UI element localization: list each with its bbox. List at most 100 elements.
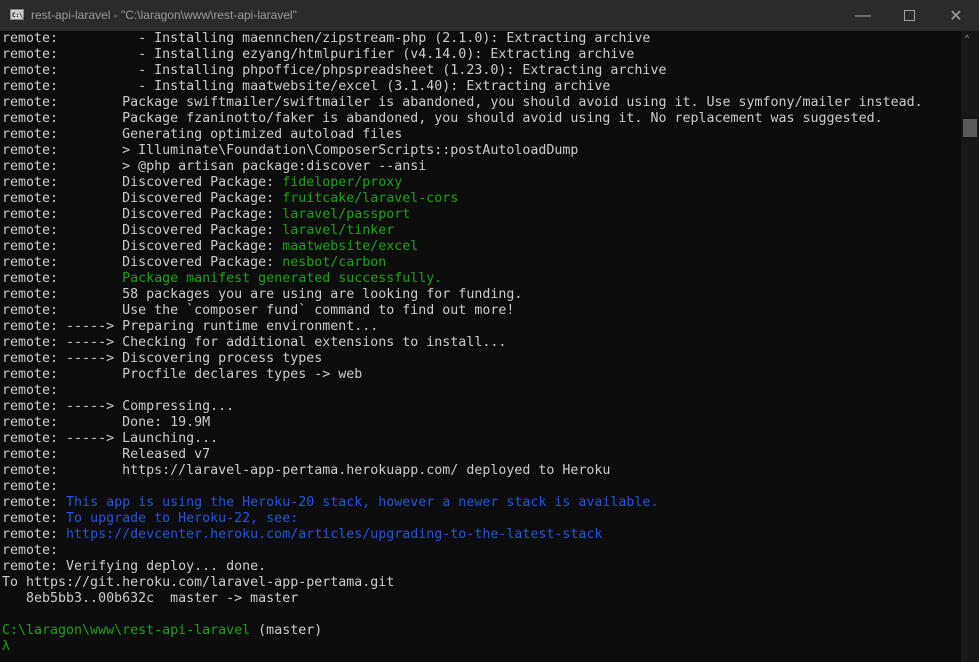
terminal-text: remote: (2, 543, 59, 558)
terminal-text: This app is using the Heroku-20 stack, h… (66, 495, 659, 510)
terminal-text: remote: Discovered Package: (2, 223, 283, 238)
terminal-text: remote: -----> Compressing... (2, 399, 235, 414)
terminal-text: nesbot/carbon (282, 255, 387, 270)
terminal-text: To https://git.heroku.com/laravel-app-pe… (2, 575, 395, 590)
terminal-text: https://devcenter.heroku.com/articles/up… (66, 527, 603, 542)
terminal-text: fruitcake/laravel-cors (282, 191, 459, 206)
scroll-up-icon[interactable]: ⌃ (964, 34, 970, 45)
terminal-text: C:\laragon\www\rest-api-laravel (2, 623, 251, 638)
terminal-line: remote: -----> Checking for additional e… (2, 335, 960, 351)
terminal-line: remote: -----> Compressing... (2, 399, 960, 415)
terminal-text: remote: - Installing ezyang/htmlpurifier… (2, 47, 635, 62)
terminal-line: remote: This app is using the Heroku-20 … (2, 495, 960, 511)
terminal-line: remote: Discovered Package: laravel/pass… (2, 207, 960, 223)
close-icon: ✕ (949, 7, 963, 25)
terminal-line: remote: -----> Preparing runtime environ… (2, 319, 960, 335)
terminal-text: remote: (2, 479, 59, 494)
terminal-line: remote: Discovered Package: laravel/tink… (2, 223, 960, 239)
terminal-text: remote: Use the `composer fund` command … (2, 303, 515, 318)
terminal-line: remote: (2, 383, 960, 399)
terminal-text: remote: -----> Launching... (2, 431, 219, 446)
terminal-text: remote: (2, 511, 67, 526)
terminal-line: remote: Generating optimized autoload fi… (2, 127, 960, 143)
terminal-text: remote: https://laravel-app-pertama.hero… (2, 463, 611, 478)
terminal-line: remote: (2, 479, 960, 495)
terminal-text: remote: Discovered Package: (2, 239, 283, 254)
terminal-line: remote: Done: 19.9M (2, 415, 960, 431)
terminal-line: remote: -----> Discovering process types (2, 351, 960, 367)
terminal-text: λ (2, 639, 11, 654)
terminal-line: remote: - Installing maatwebsite/excel (… (2, 79, 960, 95)
scrollbar-thumb[interactable] (963, 119, 977, 137)
terminal-line: remote: To upgrade to Heroku-22, see: (2, 511, 960, 527)
terminal-text: 8eb5bb3..00b632c master -> master (2, 591, 299, 606)
terminal-text: remote: (2, 495, 67, 510)
terminal-line: 8eb5bb3..00b632c master -> master (2, 591, 960, 607)
terminal-text: remote: Done: 19.9M (2, 415, 211, 430)
terminal-line: remote: Package fzaninotto/faker is aban… (2, 111, 960, 127)
terminal-line: remote: > @php artisan package:discover … (2, 159, 960, 175)
terminal-text: remote: Generating optimized autoload fi… (2, 127, 403, 142)
terminal-line: remote: -----> Launching... (2, 431, 960, 447)
terminal-line: remote: Discovered Package: maatwebsite/… (2, 239, 960, 255)
terminal-line: remote: - Installing maennchen/zipstream… (2, 31, 960, 47)
terminal-line: remote: Discovered Package: nesbot/carbo… (2, 255, 960, 271)
terminal-text: (master) (250, 623, 323, 638)
terminal-text: remote: (2, 527, 67, 542)
terminal-line: remote: > Illuminate\Foundation\Composer… (2, 143, 960, 159)
close-button[interactable]: ✕ (933, 0, 979, 31)
terminal-text: fideloper/proxy (282, 175, 403, 190)
terminal-line: λ (2, 639, 960, 655)
terminal-text: remote: Discovered Package: (2, 175, 283, 190)
terminal-text: remote: Procfile declares types -> web (2, 367, 363, 382)
terminal-text: remote: Discovered Package: (2, 191, 283, 206)
terminal-text: maatwebsite/excel (282, 239, 419, 254)
terminal-line: remote: Package swiftmailer/swiftmailer … (2, 95, 960, 111)
terminal-text: laravel/tinker (282, 223, 395, 238)
terminal-line: remote: Package manifest generated succe… (2, 271, 960, 287)
terminal-line: remote: - Installing phpoffice/phpspread… (2, 63, 960, 79)
terminal-line: remote: 58 packages you are using are lo… (2, 287, 960, 303)
terminal-text: remote: Package fzaninotto/faker is aban… (2, 111, 883, 126)
terminal-text: remote: > @php artisan package:discover … (2, 159, 427, 174)
terminal-text: remote: - Installing maatwebsite/excel (… (2, 79, 611, 94)
minimize-icon: — (855, 6, 871, 24)
terminal-line: remote: (2, 543, 960, 559)
scrollbar[interactable]: ⌃ (961, 31, 979, 662)
terminal-line: To https://git.heroku.com/laravel-app-pe… (2, 575, 960, 591)
terminal-text: remote: -----> Discovering process types (2, 351, 323, 366)
terminal-text: remote: -----> Preparing runtime environ… (2, 319, 379, 334)
terminal-text: remote: Released v7 (2, 447, 211, 462)
cmd-icon: C:\_ (10, 9, 26, 20)
terminal-text: remote: -----> Checking for additional e… (2, 335, 507, 350)
terminal-output[interactable]: remote: - Installing maennchen/zipstream… (2, 31, 960, 662)
terminal-line: remote: - Installing ezyang/htmlpurifier… (2, 47, 960, 63)
maximize-button[interactable] (886, 0, 932, 31)
terminal-line: remote: Discovered Package: fruitcake/la… (2, 191, 960, 207)
terminal-text: remote: - Installing phpoffice/phpspread… (2, 63, 667, 78)
terminal-line: remote: Use the `composer fund` command … (2, 303, 960, 319)
terminal-line: remote: Released v7 (2, 447, 960, 463)
terminal-text: remote: Verifying deploy... done. (2, 559, 267, 574)
terminal-text: remote: (2, 271, 123, 286)
terminal-text: remote: > Illuminate\Foundation\Composer… (2, 143, 579, 158)
terminal-line: remote: https://laravel-app-pertama.hero… (2, 463, 960, 479)
terminal-line: C:\laragon\www\rest-api-laravel (master) (2, 623, 960, 639)
maximize-icon (903, 10, 915, 21)
terminal-text: remote: (2, 383, 59, 398)
terminal-text: remote: Discovered Package: (2, 207, 283, 222)
window-title: rest-api-laravel - "C:\laragon\www\rest-… (31, 8, 297, 22)
title-bar: C:\_ rest-api-laravel - "C:\laragon\www\… (0, 0, 979, 31)
terminal-text: remote: - Installing maennchen/zipstream… (2, 31, 651, 46)
terminal-text: remote: Discovered Package: (2, 255, 283, 270)
terminal-line: remote: Discovered Package: fideloper/pr… (2, 175, 960, 191)
terminal-text: Package manifest generated successfully. (122, 271, 443, 286)
terminal-text: remote: Package swiftmailer/swiftmailer … (2, 95, 923, 110)
terminal-text: remote: 58 packages you are using are lo… (2, 287, 523, 302)
terminal-line: remote: Procfile declares types -> web (2, 367, 960, 383)
terminal-line: remote: https://devcenter.heroku.com/art… (2, 527, 960, 543)
minimize-button[interactable]: — (840, 0, 886, 31)
terminal-text: laravel/passport (282, 207, 411, 222)
terminal-line: remote: Verifying deploy... done. (2, 559, 960, 575)
